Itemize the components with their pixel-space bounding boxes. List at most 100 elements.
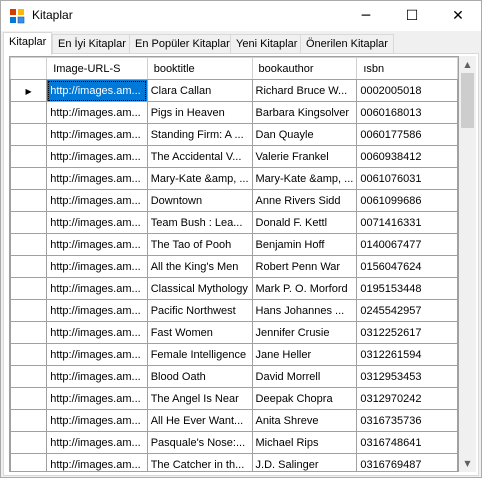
isbn-cell[interactable]: 0061076031 [356, 167, 458, 190]
table-row[interactable]: http://images.am... Mary-Kate &amp, ... Ma… [10, 167, 458, 190]
bookauthor-cell[interactable]: Barbara Kingsolver [251, 101, 358, 124]
scroll-down-arrow-icon[interactable]: ▼ [459, 455, 476, 472]
isbn-cell[interactable]: 0316748641 [356, 431, 458, 454]
row-header[interactable] [10, 409, 48, 432]
booktitle-cell[interactable]: Blood Oath [146, 365, 253, 388]
bookauthor-cell[interactable]: Mark P. O. Morford [251, 277, 358, 300]
tab-en-iyi-kitaplar[interactable]: En İyi Kitaplar [52, 34, 132, 54]
isbn-cell[interactable]: 0140067477 [356, 233, 458, 256]
row-header[interactable] [10, 365, 48, 388]
image-url-cell[interactable]: http://images.am... [46, 321, 148, 344]
minimize-button[interactable]: ─ [343, 1, 389, 31]
booktitle-cell[interactable]: All the King's Men [146, 255, 253, 278]
bookauthor-cell[interactable]: Jennifer Crusie [251, 321, 358, 344]
table-row[interactable]: http://images.am... Standing Firm: A ... D… [10, 123, 458, 146]
row-header[interactable]: ▶ [10, 79, 48, 102]
table-row[interactable]: http://images.am... The Accidental V... Va… [10, 145, 458, 168]
image-url-cell[interactable]: http://images.am... [46, 189, 148, 212]
isbn-cell[interactable]: 0061099686 [356, 189, 458, 212]
row-header[interactable] [10, 145, 48, 168]
image-url-cell[interactable]: http://images.am... [46, 233, 148, 256]
column-header-booktitle[interactable]: booktitle [146, 57, 253, 80]
row-header[interactable] [10, 101, 48, 124]
bookauthor-cell[interactable]: Hans Johannes ... [251, 299, 358, 322]
image-url-cell[interactable]: http://images.am... [46, 255, 148, 278]
bookauthor-cell[interactable]: Robert Penn War [251, 255, 358, 278]
bookauthor-cell[interactable]: Richard Bruce W... [251, 79, 358, 102]
bookauthor-cell[interactable]: Mary-Kate &amp, ... [251, 167, 358, 190]
row-header[interactable] [10, 277, 48, 300]
booktitle-cell[interactable]: Mary-Kate &amp, ... [146, 167, 253, 190]
top-left-header-cell[interactable] [10, 57, 48, 80]
tab-yeni-kitaplar[interactable]: Yeni Kitaplar [230, 34, 304, 54]
image-url-cell[interactable]: http://images.am... [46, 79, 148, 102]
row-header[interactable] [10, 299, 48, 322]
tab-en-populer-kitaplar[interactable]: En Popüler Kitaplar [129, 34, 236, 54]
isbn-cell[interactable]: 0316735736 [356, 409, 458, 432]
image-url-cell[interactable]: http://images.am... [46, 365, 148, 388]
isbn-cell[interactable]: 0312970242 [356, 387, 458, 410]
image-url-cell[interactable]: http://images.am... [46, 167, 148, 190]
bookauthor-cell[interactable]: David Morrell [251, 365, 358, 388]
row-header[interactable] [10, 167, 48, 190]
isbn-cell[interactable]: 0156047624 [356, 255, 458, 278]
image-url-cell[interactable]: http://images.am... [46, 145, 148, 168]
table-row[interactable]: http://images.am... The Angel Is Near Deep… [10, 387, 458, 410]
row-header[interactable] [10, 431, 48, 454]
booktitle-cell[interactable]: Team Bush : Lea... [146, 211, 253, 234]
table-row[interactable]: http://images.am... Classical Mythology Ma… [10, 277, 458, 300]
maximize-button[interactable]: ☐ [389, 1, 435, 31]
booktitle-cell[interactable]: The Angel Is Near [146, 387, 253, 410]
scroll-up-arrow-icon[interactable]: ▲ [459, 56, 476, 73]
isbn-cell[interactable]: 0312252617 [356, 321, 458, 344]
image-url-cell[interactable]: http://images.am... [46, 453, 148, 471]
bookauthor-cell[interactable]: Jane Heller [251, 343, 358, 366]
row-header[interactable] [10, 123, 48, 146]
booktitle-cell[interactable]: Female Intelligence [146, 343, 253, 366]
table-row[interactable]: http://images.am... Downtown Anne Rivers S… [10, 189, 458, 212]
books-data-grid[interactable]: Image-URL-S booktitle bookauthor ısbn ▶ h… [9, 56, 459, 472]
tab-kitaplar[interactable]: Kitaplar [3, 32, 53, 55]
booktitle-cell[interactable]: All He Ever Want... [146, 409, 253, 432]
bookauthor-cell[interactable]: J.D. Salinger [251, 453, 358, 471]
image-url-cell[interactable]: http://images.am... [46, 299, 148, 322]
close-button[interactable]: ✕ [435, 1, 481, 31]
image-url-cell[interactable]: http://images.am... [46, 277, 148, 300]
table-row[interactable]: http://images.am... All He Ever Want... An… [10, 409, 458, 432]
booktitle-cell[interactable]: Pacific Northwest [146, 299, 253, 322]
bookauthor-cell[interactable]: Benjamin Hoff [251, 233, 358, 256]
row-header[interactable] [10, 321, 48, 344]
isbn-cell[interactable]: 0195153448 [356, 277, 458, 300]
scroll-thumb[interactable] [461, 73, 474, 128]
table-row[interactable]: http://images.am... Pigs in Heaven Barbara… [10, 101, 458, 124]
booktitle-cell[interactable]: Standing Firm: A ... [146, 123, 253, 146]
bookauthor-cell[interactable]: Dan Quayle [251, 123, 358, 146]
table-row[interactable]: http://images.am... All the King's Men Rob… [10, 255, 458, 278]
bookauthor-cell[interactable]: Anne Rivers Sidd [251, 189, 358, 212]
booktitle-cell[interactable]: Pigs in Heaven [146, 101, 253, 124]
row-header[interactable] [10, 255, 48, 278]
row-header[interactable] [10, 343, 48, 366]
image-url-cell[interactable]: http://images.am... [46, 343, 148, 366]
table-row[interactable]: ▶ http://images.am... Clara Callan Richard … [10, 79, 458, 102]
bookauthor-cell[interactable]: Valerie Frankel [251, 145, 358, 168]
row-header[interactable] [10, 387, 48, 410]
isbn-cell[interactable]: 0060168013 [356, 101, 458, 124]
column-header-image-url[interactable]: Image-URL-S [46, 57, 148, 80]
table-row[interactable]: http://images.am... Female Intelligence Ja… [10, 343, 458, 366]
row-header[interactable] [10, 453, 48, 471]
isbn-cell[interactable]: 0245542957 [356, 299, 458, 322]
tab-onerilen-kitaplar[interactable]: Önerilen Kitaplar [300, 34, 394, 54]
isbn-cell[interactable]: 0316769487 [356, 453, 458, 471]
table-row[interactable]: http://images.am... Fast Women Jennifer Cr… [10, 321, 458, 344]
table-row[interactable]: http://images.am... Blood Oath David Morre… [10, 365, 458, 388]
bookauthor-cell[interactable]: Deepak Chopra [251, 387, 358, 410]
isbn-cell[interactable]: 0312953453 [356, 365, 458, 388]
image-url-cell[interactable]: http://images.am... [46, 387, 148, 410]
booktitle-cell[interactable]: Classical Mythology [146, 277, 253, 300]
isbn-cell[interactable]: 0312261594 [356, 343, 458, 366]
isbn-cell[interactable]: 0060177586 [356, 123, 458, 146]
booktitle-cell[interactable]: Clara Callan [146, 79, 253, 102]
title-bar[interactable]: Kitaplar ─ ☐ ✕ [1, 1, 481, 31]
image-url-cell[interactable]: http://images.am... [46, 101, 148, 124]
